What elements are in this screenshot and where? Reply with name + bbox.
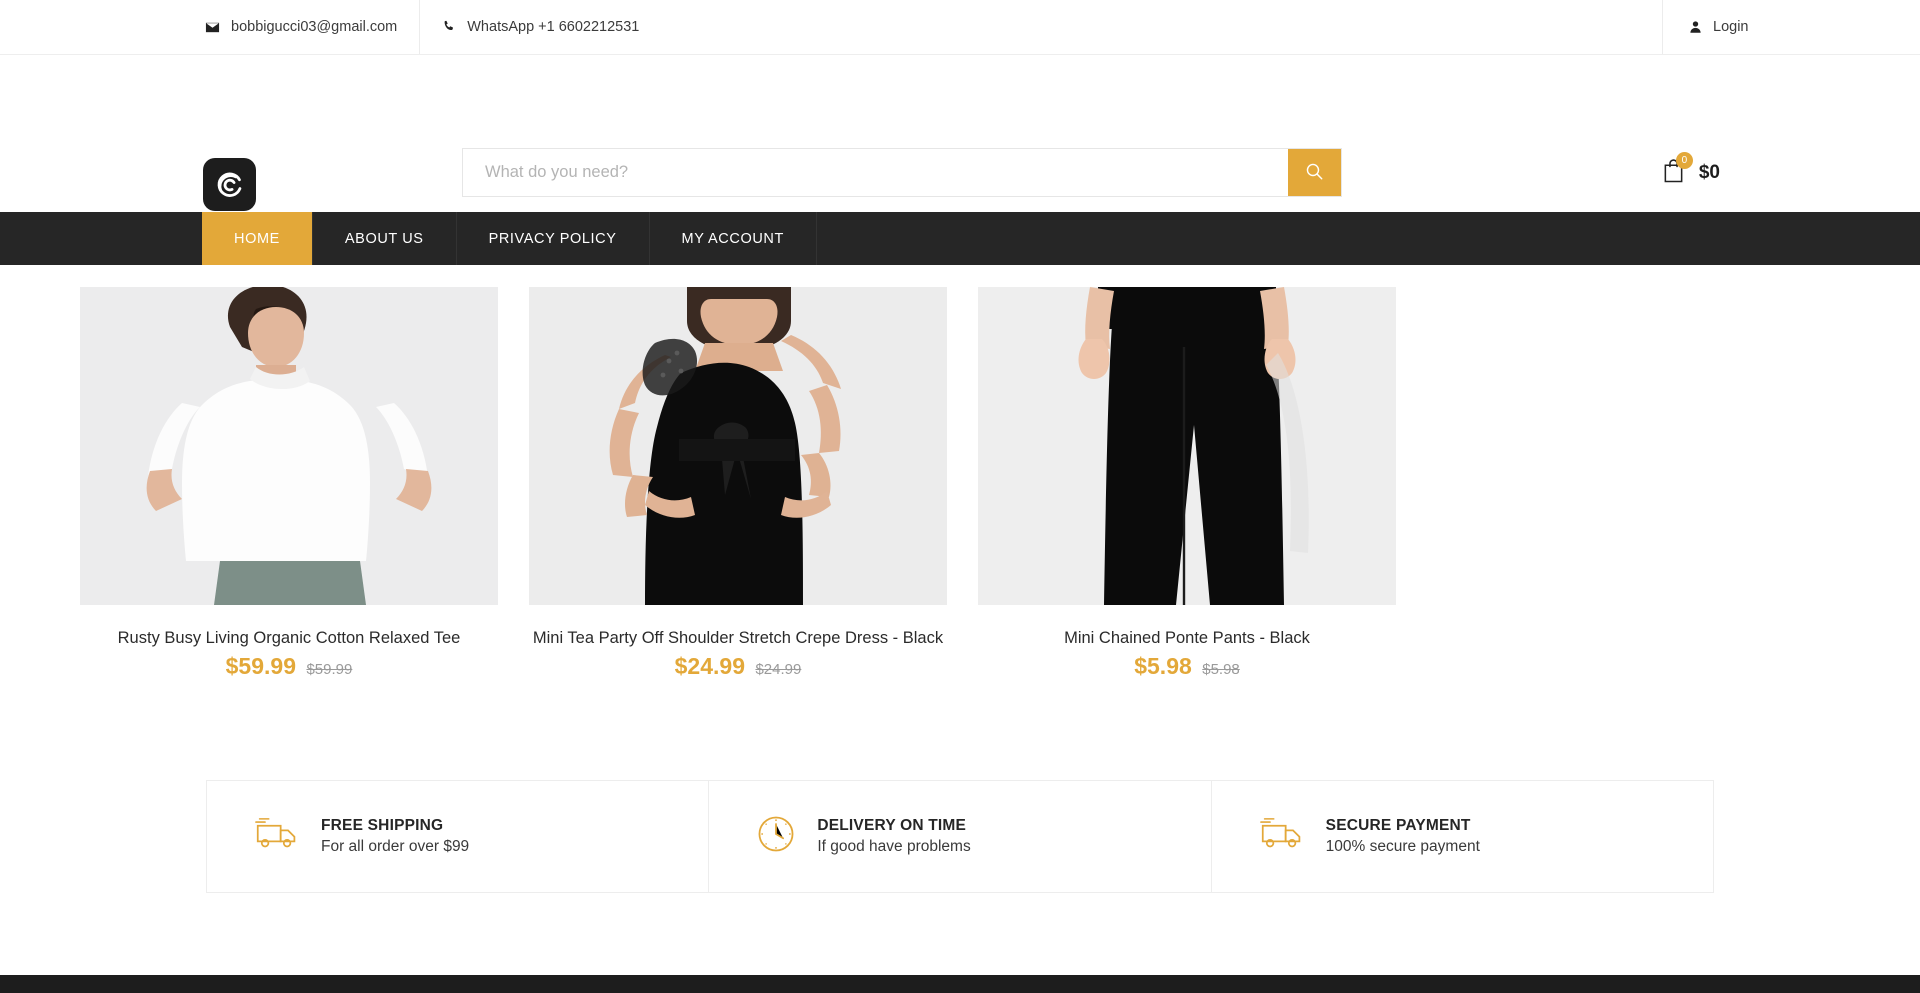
product-grid: Rusty Busy Living Organic Cotton Relaxed…	[0, 265, 1920, 680]
user-icon	[1689, 20, 1702, 34]
nav-item-about-us[interactable]: ABOUT US	[313, 212, 457, 265]
feature-title: SECURE PAYMENT	[1325, 817, 1471, 834]
envelope-icon	[205, 20, 220, 35]
product-price-current: $59.99	[225, 653, 296, 679]
search-icon	[1305, 162, 1324, 184]
contact-email[interactable]: bobbigucci03@gmail.com	[183, 0, 419, 54]
product-price-row: $24.99 $24.99	[529, 653, 947, 680]
cart-widget[interactable]: 0 $0	[1662, 152, 1720, 188]
product-price-original: $5.98	[1202, 661, 1240, 678]
clock-icon	[757, 815, 795, 858]
features-bar: FREE SHIPPING For all order over $99 DEL…	[206, 780, 1714, 893]
nav-label-my-account: MY ACCOUNT	[681, 230, 784, 247]
delivery-truck-icon	[1259, 817, 1304, 856]
product-price-current: $24.99	[674, 653, 745, 679]
product-card[interactable]: Rusty Busy Living Organic Cotton Relaxed…	[80, 287, 498, 680]
delivery-truck-icon	[255, 817, 299, 856]
site-header: 0 $0	[0, 55, 1920, 212]
login-link[interactable]: Login	[1689, 0, 1748, 54]
feature-subtitle: 100% secure payment	[1325, 838, 1480, 855]
main-navigation: HOME ABOUT US PRIVACY POLICY MY ACCOUNT	[0, 212, 1920, 265]
login-area[interactable]: Login	[1662, 0, 1920, 54]
cart-count-badge: 0	[1675, 152, 1693, 169]
phone-icon	[442, 20, 456, 34]
feature-delivery-on-time: DELIVERY ON TIME If good have problems	[709, 781, 1212, 892]
contact-email-text: bobbigucci03@gmail.com	[231, 19, 398, 35]
contact-phone[interactable]: WhatsApp +1 6602212531	[420, 0, 661, 54]
nav-item-home[interactable]: HOME	[202, 212, 313, 265]
feature-secure-payment: SECURE PAYMENT 100% secure payment	[1212, 781, 1713, 892]
product-price-row: $59.99 $59.99	[80, 653, 498, 680]
search-button[interactable]	[1288, 149, 1341, 196]
feature-text: SECURE PAYMENT 100% secure payment	[1326, 817, 1480, 856]
feature-subtitle: For all order over $99	[321, 838, 470, 855]
nav-label-privacy-policy: PRIVACY POLICY	[488, 230, 617, 247]
feature-title: DELIVERY ON TIME	[817, 817, 967, 834]
contact-phone-text: WhatsApp +1 6602212531	[467, 19, 640, 35]
feature-subtitle: If good have problems	[817, 838, 971, 855]
shopping-bag-icon[interactable]: 0	[1662, 152, 1693, 188]
product-price-original: $59.99	[306, 661, 353, 678]
search-bar[interactable]	[462, 148, 1342, 197]
top-bar: bobbigucci03@gmail.com WhatsApp +1 66022…	[0, 0, 1920, 55]
nav-label-home: HOME	[234, 230, 280, 247]
product-card[interactable]: Mini Tea Party Off Shoulder Stretch Crep…	[529, 287, 947, 680]
feature-title: FREE SHIPPING	[321, 817, 444, 834]
product-card[interactable]: Mini Chained Ponte Pants - Black $5.98 $…	[978, 287, 1396, 680]
top-bar-contact-group: bobbigucci03@gmail.com WhatsApp +1 66022…	[0, 0, 1662, 54]
feature-free-shipping: FREE SHIPPING For all order over $99	[207, 781, 710, 892]
login-label: Login	[1713, 19, 1749, 35]
nav-item-my-account[interactable]: MY ACCOUNT	[650, 212, 817, 265]
nav-item-privacy-policy[interactable]: PRIVACY POLICY	[457, 212, 650, 265]
spiral-logo-icon	[217, 172, 241, 197]
product-name[interactable]: Mini Tea Party Off Shoulder Stretch Crep…	[529, 629, 947, 648]
search-input[interactable]	[463, 149, 1288, 196]
product-name[interactable]: Mini Chained Ponte Pants - Black	[978, 629, 1396, 648]
cart-total: $0	[1698, 162, 1720, 183]
product-image[interactable]	[529, 287, 947, 605]
nav-label-about-us: ABOUT US	[344, 230, 424, 247]
product-price-current: $5.98	[1134, 653, 1192, 679]
feature-text: FREE SHIPPING For all order over $99	[321, 817, 469, 856]
product-price-row: $5.98 $5.98	[978, 653, 1396, 680]
product-price-original: $24.99	[755, 661, 802, 678]
product-image[interactable]	[978, 287, 1396, 605]
product-image[interactable]	[80, 287, 498, 605]
product-name[interactable]: Rusty Busy Living Organic Cotton Relaxed…	[80, 629, 498, 648]
brand-logo[interactable]	[203, 158, 256, 211]
site-footer	[0, 975, 1920, 993]
feature-text: DELIVERY ON TIME If good have problems	[817, 817, 970, 856]
